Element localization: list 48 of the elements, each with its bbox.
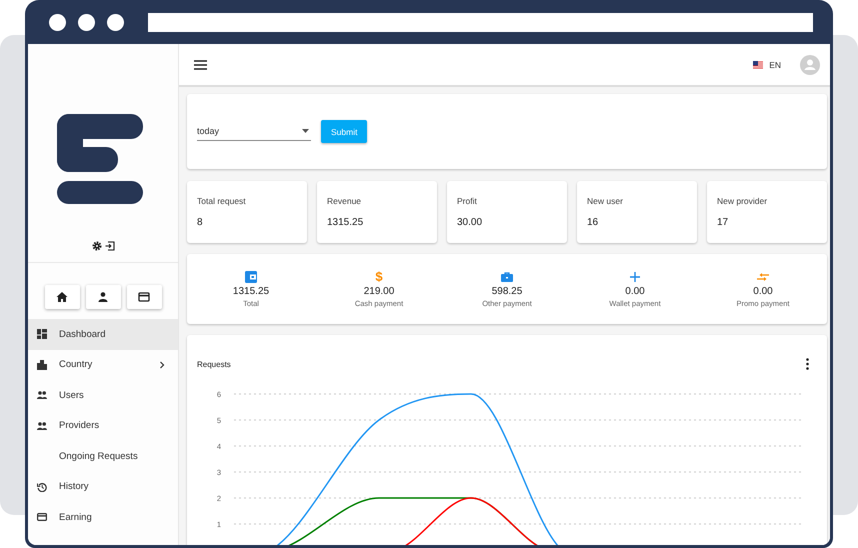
window-dot <box>107 14 124 30</box>
nav-item[interactable]: Users <box>28 380 178 410</box>
more-icon[interactable] <box>806 358 809 370</box>
period-select[interactable]: today <box>197 122 311 141</box>
people-icon <box>37 420 47 431</box>
stat-label: Total request <box>197 196 247 206</box>
buildings-icon <box>37 360 47 370</box>
stat-value: 30.00 <box>457 217 484 228</box>
person-icon <box>97 291 109 303</box>
nav-item[interactable]: Country <box>28 350 178 380</box>
language-label[interactable]: EN <box>769 60 781 70</box>
stat-label: Revenue <box>327 196 362 206</box>
stat-value: 16 <box>587 217 600 228</box>
nav-item[interactable]: Dashboard <box>28 319 178 350</box>
payment-value: 0.00 <box>753 286 773 296</box>
nav-item[interactable]: Ongoing Requests <box>28 441 178 472</box>
menu-icon[interactable] <box>194 60 207 70</box>
home-icon <box>56 291 68 303</box>
payment-value: 598.25 <box>492 286 522 296</box>
home-button[interactable] <box>44 285 80 309</box>
window-dot <box>78 14 95 30</box>
chart-title: Requests <box>197 360 231 368</box>
dashboard-icon <box>37 329 47 340</box>
history-icon <box>37 482 47 492</box>
logout-icon[interactable] <box>104 241 114 251</box>
caret-icon <box>302 129 309 133</box>
flag-icon <box>753 60 764 68</box>
card-icon <box>138 291 150 303</box>
window-dot <box>49 14 66 30</box>
dollar-icon: $ <box>373 270 385 282</box>
stat-label: Profit <box>457 196 478 206</box>
profile-button[interactable] <box>86 285 120 309</box>
payment-value: 1315.25 <box>232 286 270 296</box>
stat-label: New user <box>587 196 624 206</box>
card-icon <box>37 512 47 522</box>
nav-item[interactable]: Earning <box>28 502 178 532</box>
payment-value: 219.00 <box>364 286 394 296</box>
stat-label: New provider <box>717 196 768 206</box>
nav-item[interactable]: History <box>28 472 178 502</box>
stat-value: 8 <box>197 217 204 228</box>
nav-item[interactable]: Providers <box>28 410 178 441</box>
people-icon <box>37 390 47 400</box>
card-button[interactable] <box>126 285 162 309</box>
stat-value: 1315.25 <box>327 217 364 228</box>
payment-value: 0.00 <box>625 286 645 296</box>
stat-value: 17 <box>717 217 730 228</box>
address-bar[interactable] <box>148 12 813 32</box>
settings-icon[interactable] <box>92 241 102 251</box>
